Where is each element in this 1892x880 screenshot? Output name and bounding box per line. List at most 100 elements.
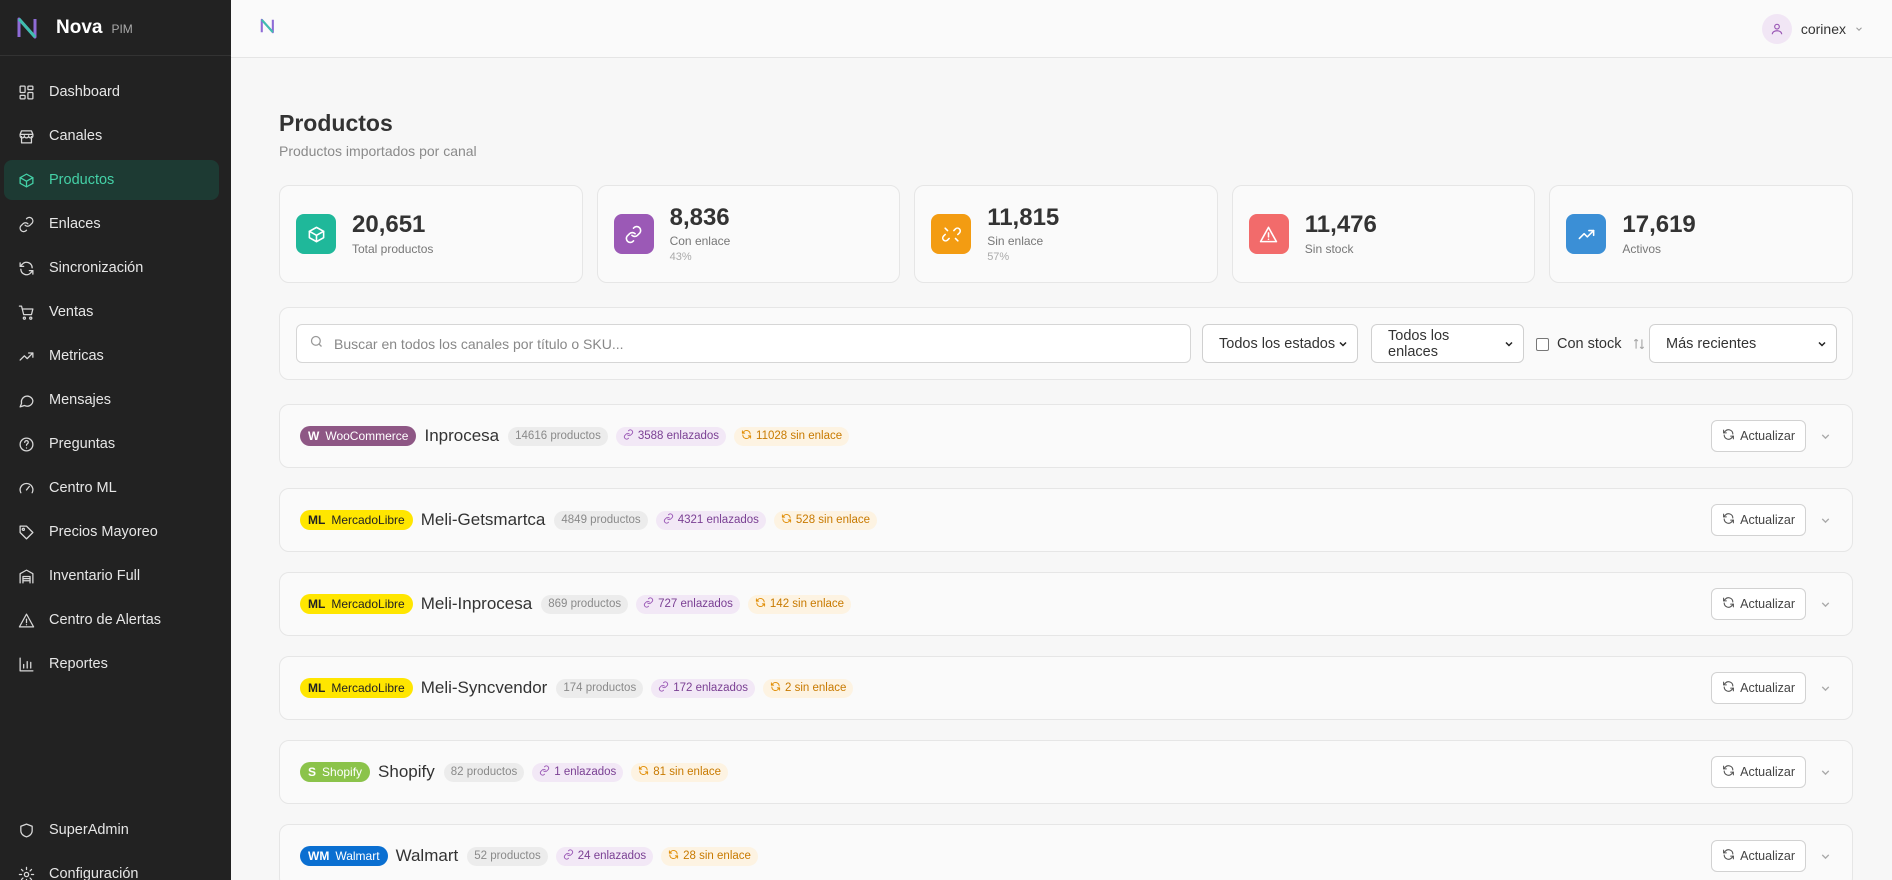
refresh-icon xyxy=(755,597,770,611)
channel-row[interactable]: S Shopify Shopify 82 productos 1 enlazados 81… xyxy=(279,740,1853,804)
user-menu[interactable]: corinex xyxy=(1761,14,1864,44)
linked-count-text: 172 enlazados xyxy=(673,682,749,694)
chevron-down-icon[interactable] xyxy=(1819,766,1832,784)
channel-name: Walmart xyxy=(395,846,459,865)
shield-icon xyxy=(16,820,36,840)
update-button[interactable]: Actualizar xyxy=(1711,756,1806,788)
stat-card: 17,619 Activos xyxy=(1549,185,1853,283)
update-button[interactable]: Actualizar xyxy=(1711,588,1806,620)
chevron-down-icon[interactable] xyxy=(1819,850,1832,868)
sidebar-item-configuración[interactable]: Configuración xyxy=(4,854,219,880)
update-button-label: Actualizar xyxy=(1740,765,1795,779)
channel-row[interactable]: W WooCommerce Inprocesa 14616 productos 3588… xyxy=(279,404,1853,468)
product-count-badge: 14616 productos xyxy=(508,426,608,446)
stat-label: Total productos xyxy=(352,241,434,256)
channel-row[interactable]: ML MercadoLibre Meli-Syncvendor 174 product… xyxy=(279,656,1853,720)
link-icon xyxy=(563,849,578,863)
platform-code: W xyxy=(308,429,320,443)
update-button[interactable]: Actualizar xyxy=(1711,672,1806,704)
nova-logo-icon xyxy=(14,14,42,42)
sidebar-item-mensajes[interactable]: Mensajes xyxy=(4,380,219,420)
brand-name: Nova xyxy=(56,16,103,38)
gear-icon xyxy=(16,864,36,880)
platform-name: WooCommerce xyxy=(325,429,409,443)
sidebar-item-inventario-full[interactable]: Inventario Full xyxy=(4,556,219,596)
box-icon xyxy=(296,214,336,254)
refresh-icon xyxy=(1722,764,1740,780)
update-button[interactable]: Actualizar xyxy=(1711,840,1806,872)
unlinked-count-text: 81 sin enlace xyxy=(653,766,722,778)
refresh-icon xyxy=(638,765,653,779)
unlinked-count-badge: 11028 sin enlace xyxy=(734,426,850,446)
sidebar-item-productos[interactable]: Productos xyxy=(4,160,219,200)
linked-count-badge: 24 enlazados xyxy=(555,846,654,866)
brand[interactable]: Nova PIM xyxy=(0,0,231,56)
sidebar-item-precios-mayoreo[interactable]: Precios Mayoreo xyxy=(4,512,219,552)
stock-checkbox[interactable]: Con stock xyxy=(1536,336,1621,352)
platform-name: Shopify xyxy=(322,765,363,779)
sidebar-item-label: Inventario Full xyxy=(49,568,141,584)
update-button-label: Actualizar xyxy=(1740,681,1795,695)
search-box[interactable] xyxy=(296,324,1191,363)
channel-row[interactable]: ML MercadoLibre Meli-Getsmartca 4849 produc… xyxy=(279,488,1853,552)
unlink-icon xyxy=(931,214,972,254)
status-select[interactable]: Todos los estados xyxy=(1202,324,1358,363)
refresh-icon xyxy=(1722,848,1740,864)
avatar xyxy=(1761,14,1792,44)
trending-up-icon xyxy=(1566,214,1607,254)
chevron-down-icon xyxy=(1505,341,1513,347)
platform-badge: W WooCommerce xyxy=(300,426,417,446)
channel-row[interactable]: ML MercadoLibre Meli-Inprocesa 869 producto… xyxy=(279,572,1853,636)
product-count-badge: 4849 productos xyxy=(554,510,648,530)
help-circle-icon xyxy=(16,434,36,454)
update-button[interactable]: Actualizar xyxy=(1711,504,1806,536)
platform-name: MercadoLibre xyxy=(331,681,405,695)
unlinked-count-badge: 528 sin enlace xyxy=(773,510,878,530)
channel-name: Meli-Getsmartca xyxy=(420,510,546,529)
refresh-icon xyxy=(781,513,796,527)
sidebar-item-sincronización[interactable]: Sincronización xyxy=(4,248,219,288)
platform-name: Walmart xyxy=(335,849,380,863)
sidebar-item-ventas[interactable]: Ventas xyxy=(4,292,219,332)
sidebar: Nova PIM Dashboard Canales Productos Enlace… xyxy=(0,0,231,880)
alert-triangle-icon xyxy=(1248,214,1289,254)
chevron-down-icon[interactable] xyxy=(1819,514,1832,532)
refresh-icon xyxy=(1722,596,1740,612)
sidebar-item-centro-de-alertas[interactable]: Centro de Alertas xyxy=(4,600,219,640)
stat-value: 17,619 xyxy=(1622,211,1696,239)
platform-code: ML xyxy=(308,513,326,527)
link-select[interactable]: Todos los enlaces xyxy=(1371,324,1524,363)
platform-code: ML xyxy=(308,597,326,611)
nova-small-logo-icon[interactable] xyxy=(259,17,277,40)
sidebar-item-metricas[interactable]: Metricas xyxy=(4,336,219,376)
sidebar-item-enlaces[interactable]: Enlaces xyxy=(4,204,219,244)
stats-row: 20,651 Total productos 8,836 Con enlace 43% 1… xyxy=(279,185,1853,283)
platform-badge: ML MercadoLibre xyxy=(300,594,413,614)
stat-value: 8,836 xyxy=(669,203,730,231)
channel-row[interactable]: WM Walmart Walmart 52 productos 24 enlazados… xyxy=(279,824,1853,880)
chevron-down-icon[interactable] xyxy=(1819,598,1832,616)
platform-name: MercadoLibre xyxy=(331,597,405,611)
sidebar-item-preguntas[interactable]: Preguntas xyxy=(4,424,219,464)
sidebar-item-label: Enlaces xyxy=(49,216,101,232)
search-input[interactable] xyxy=(334,335,1174,352)
chevron-down-icon[interactable] xyxy=(1819,682,1832,700)
sidebar-item-reportes[interactable]: Reportes xyxy=(4,644,219,684)
update-button[interactable]: Actualizar xyxy=(1711,420,1806,452)
chevron-down-icon xyxy=(1854,21,1864,37)
topbar: corinex xyxy=(231,0,1892,58)
username: corinex xyxy=(1800,21,1846,37)
sidebar-item-label: Canales xyxy=(49,128,103,144)
chevron-down-icon[interactable] xyxy=(1819,430,1832,448)
sidebar-item-canales[interactable]: Canales xyxy=(4,116,219,156)
sidebar-item-superadmin[interactable]: SuperAdmin xyxy=(4,810,219,850)
stat-text: 11,476 Sin stock xyxy=(1305,211,1377,255)
checkbox-box[interactable] xyxy=(1536,337,1549,351)
channel-name: Meli-Syncvendor xyxy=(420,678,548,697)
sidebar-item-centro-ml[interactable]: Centro ML xyxy=(4,468,219,508)
cart-icon xyxy=(16,302,36,322)
sort-select[interactable]: Más recientes xyxy=(1649,324,1837,363)
sidebar-item-dashboard[interactable]: Dashboard xyxy=(4,72,219,112)
stat-value: 11,815 xyxy=(987,203,1060,231)
linked-count-badge: 4321 enlazados xyxy=(655,510,766,530)
